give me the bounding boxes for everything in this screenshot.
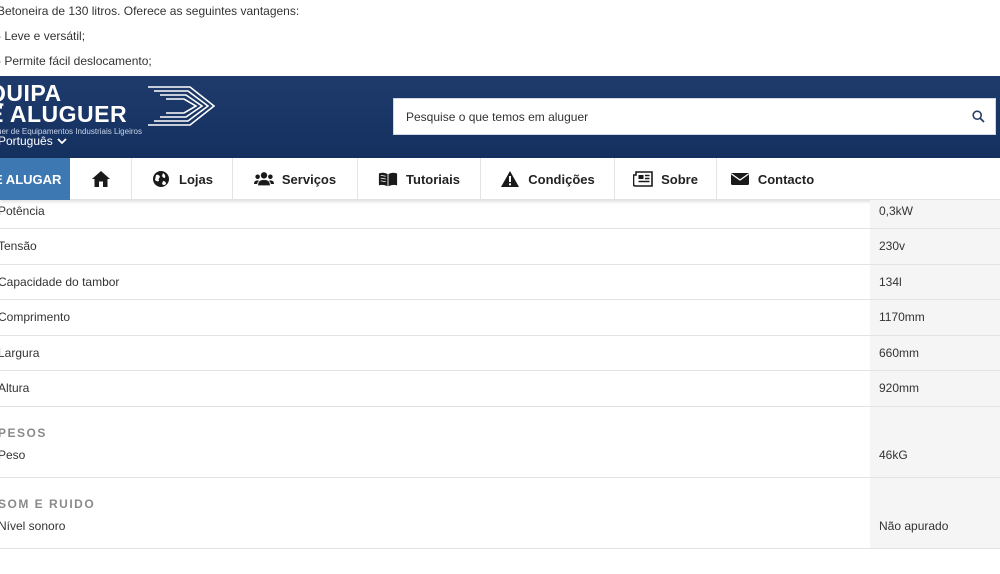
nav-item-alugar[interactable]: E ALUGAR <box>0 158 70 200</box>
spec-value: 134l <box>879 274 902 289</box>
nav-item-tutoriais[interactable]: Tutoriais <box>358 158 481 200</box>
book-icon <box>378 172 398 187</box>
specifications-table: Potência 0,3kW Tensão 230v Capacidade do… <box>0 200 1000 549</box>
spec-value-cell: 0,3kW <box>870 200 1000 228</box>
spec-value: 660mm <box>879 345 920 360</box>
description-line: - Leve e versátil; <box>0 29 86 43</box>
table-row: Tensão 230v <box>0 229 1000 265</box>
nav-item-condicoes[interactable]: Condições <box>481 158 615 200</box>
spec-group-pesos: PESOS Peso 46kG <box>0 406 1000 478</box>
nav-condicoes-label: Condições <box>528 171 595 187</box>
nav-item-contacto[interactable]: Contacto <box>717 158 827 200</box>
nav-lojas-label: Lojas <box>179 171 213 187</box>
nav-alugar-label: E ALUGAR <box>0 171 62 187</box>
home-icon <box>91 171 110 187</box>
nav-sobre-label: Sobre <box>661 171 698 187</box>
group-heading-text: PESOS <box>0 425 47 440</box>
description-line: Betoneira de 130 litros. Oferece as segu… <box>0 4 300 18</box>
globe-icon <box>153 171 170 187</box>
table-row: Capacidade do tambor 134l <box>0 264 1000 300</box>
spec-value: 920mm <box>879 381 920 395</box>
spec-value-cell: 1170mm <box>870 300 1000 335</box>
search-input[interactable] <box>394 99 954 134</box>
nav-servicos-label: Serviços <box>281 171 337 187</box>
table-row: Comprimento 1170mm <box>0 300 1000 336</box>
spec-label: Comprimento <box>0 310 71 324</box>
spec-value-cell: 134l <box>870 264 1000 299</box>
table-row: Peso 46kG <box>0 446 1000 477</box>
newspaper-icon <box>633 171 653 187</box>
spec-group-som-e-ruido: SOM E RUIDO Nível sonoro Não apurado <box>0 477 1000 549</box>
spec-label: Peso <box>0 447 26 462</box>
table-row: Potência 0,3kW <box>0 200 1000 229</box>
spec-label: Capacidade do tambor <box>0 274 120 289</box>
table-row: Largura 660mm <box>0 335 1000 371</box>
group-heading: PESOS <box>0 407 1000 446</box>
spec-label: Largura <box>0 345 40 360</box>
spec-value: Não apurado <box>879 518 949 533</box>
search-box <box>393 98 996 135</box>
spec-label: Tensão <box>0 239 37 253</box>
nav-item-home[interactable] <box>70 158 132 200</box>
main-navigation: E ALUGAR Lojas Serviços Tutoriais Condiç… <box>0 158 1000 200</box>
table-row: Nível sonoro Não apurado <box>0 517 1000 548</box>
users-icon <box>253 172 274 186</box>
spec-value: 0,3kW <box>879 204 914 218</box>
spec-label: Altura <box>0 381 30 395</box>
nav-item-sobre[interactable]: Sobre <box>615 158 717 200</box>
table-row: Altura 920mm <box>0 371 1000 407</box>
spec-value-cell: 660mm <box>870 335 1000 370</box>
language-label: Português <box>0 134 53 148</box>
spec-label: Potência <box>0 204 45 218</box>
group-heading-text: SOM E RUIDO <box>0 496 96 511</box>
warning-icon <box>501 171 520 187</box>
nav-item-servicos[interactable]: Serviços <box>233 158 358 200</box>
language-selector[interactable]: Português <box>0 134 67 148</box>
site-logo[interactable]: QUIPA E ALUGUER uer de Equipamentos Indu… <box>0 80 228 142</box>
logo-stripes-icon <box>148 86 216 126</box>
logo-text-line2: E ALUGUER <box>0 101 128 127</box>
chevron-down-icon <box>57 138 67 145</box>
site-header: QUIPA E ALUGUER uer de Equipamentos Indu… <box>0 76 1000 158</box>
search-icon[interactable] <box>972 110 985 123</box>
spec-value: 46kG <box>879 447 908 462</box>
envelope-icon <box>730 173 749 185</box>
spec-value: 1170mm <box>879 310 925 324</box>
spec-value-cell: 230v <box>870 229 1000 264</box>
group-heading: SOM E RUIDO <box>0 478 1000 517</box>
spec-value-cell: 920mm <box>870 371 1000 406</box>
nav-item-lojas[interactable]: Lojas <box>132 158 233 200</box>
description-line: - Permite fácil deslocamento; <box>0 54 152 68</box>
nav-tutoriais-label: Tutoriais <box>406 171 460 187</box>
nav-contacto-label: Contacto <box>757 171 815 187</box>
spec-label: Nível sonoro <box>0 518 66 533</box>
spec-value: 230v <box>879 239 906 253</box>
